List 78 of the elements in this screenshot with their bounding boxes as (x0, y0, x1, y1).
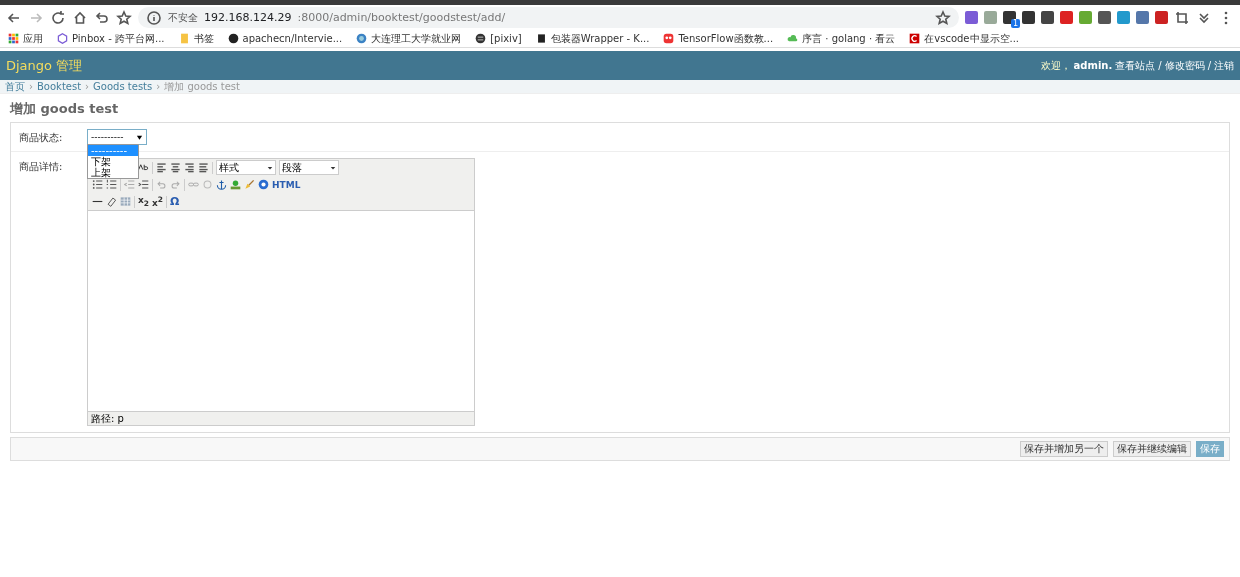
home-icon[interactable] (72, 9, 88, 26)
bookmark[interactable]: 大连理工大学就业网 (356, 31, 462, 46)
c-logo-icon (909, 33, 921, 44)
address-bar[interactable]: 不安全 192.168.124.29 :8000/admin/booktest/goodstest/add/ (138, 7, 959, 28)
cube-icon (57, 33, 68, 44)
save-option-button[interactable]: 保存并继续编辑 (1113, 441, 1191, 457)
user-name: admin. (1073, 60, 1113, 71)
caret-icon (267, 164, 273, 171)
image-icon[interactable] (230, 179, 241, 190)
bookmark[interactable]: 序言 · golang · 看云 (787, 31, 896, 46)
dropdown-option[interactable]: 上架 (88, 167, 138, 178)
reload-icon[interactable] (50, 9, 66, 26)
breadcrumb-current: 增加 goods test (164, 79, 240, 94)
bookmark[interactable]: TensorFlow函数教... (663, 31, 774, 46)
header-link[interactable]: 修改密码 (1164, 58, 1205, 73)
breadcrumb-separator: › (85, 81, 90, 92)
globe-icon (356, 33, 368, 44)
field-label: 商品状态: (19, 131, 64, 145)
breadcrumb-separator: › (29, 81, 33, 92)
breadcrumb-link[interactable]: Goods tests (93, 81, 153, 92)
page-title: 增加 goods test (10, 100, 120, 118)
bookmark[interactable]: [pixiv] (475, 33, 522, 44)
url-host: 192.168.124.29 (204, 11, 292, 24)
breadcrumb-link[interactable]: Booktest (37, 81, 82, 92)
extension-icon[interactable] (1098, 11, 1111, 24)
breadcrumb-link[interactable]: 首页 (5, 79, 25, 94)
caret-icon (136, 133, 143, 141)
field-label: 商品详情: (19, 160, 64, 174)
crop-icon[interactable] (1174, 9, 1190, 26)
align-justify-icon[interactable] (198, 162, 209, 173)
bookmark[interactable]: 包装器Wrapper - K... (535, 31, 650, 46)
bookmark[interactable]: 书签 (178, 31, 214, 46)
star-icon[interactable] (935, 9, 951, 26)
format-dropdown[interactable]: 段落 (279, 160, 339, 175)
anchor-icon[interactable] (216, 179, 227, 190)
broom-icon[interactable] (244, 179, 255, 190)
owl-icon (663, 33, 675, 44)
eraser-icon[interactable] (106, 196, 117, 207)
subscript-button[interactable]: x$_{2}$ (138, 195, 150, 208)
superscript-button[interactable]: x$^{2}$ (152, 195, 164, 208)
editor-path: 路径: p (90, 412, 125, 425)
align-left-icon[interactable] (156, 162, 167, 173)
special-character-button[interactable]: Ω (170, 195, 180, 208)
caret-icon (330, 164, 336, 171)
security-label: 不安全 (168, 10, 198, 25)
undo-icon[interactable] (94, 9, 110, 26)
align-right-icon[interactable] (184, 162, 195, 173)
star-icon[interactable] (116, 9, 132, 26)
breadcrumb-separator: › (156, 81, 161, 92)
html-button[interactable]: HTML (272, 179, 301, 190)
bookmark[interactable]: apachecn/Intervie... (227, 33, 343, 44)
extension-icon[interactable] (1022, 11, 1035, 24)
header-link[interactable]: 查看站点 (1115, 58, 1156, 73)
numbered-list-icon[interactable] (106, 179, 117, 190)
separator: / (1158, 60, 1162, 71)
badge: 1 (1010, 19, 1020, 28)
extension-icon[interactable] (1041, 11, 1054, 24)
header-link[interactable]: 注销 (1214, 58, 1234, 73)
bookmark[interactable]: 在vscode中显示空... (909, 31, 1020, 46)
cloud-icon (787, 33, 799, 44)
separator: / (1207, 60, 1211, 71)
save-option-button[interactable]: 保存并增加另一个 (1020, 441, 1108, 457)
format-dropdown[interactable]: 样式 (216, 160, 276, 175)
apps-icon (8, 33, 19, 44)
url-path: :8000/admin/booktest/goodstest/add/ (297, 11, 506, 24)
folder-icon (178, 33, 190, 44)
indent-icon[interactable] (138, 179, 149, 190)
dropdown-option[interactable]: 下架 (88, 156, 138, 167)
bookmark[interactable]: 应用 (8, 31, 43, 46)
info-icon (146, 9, 162, 26)
welcome-text: 欢迎， (1040, 58, 1071, 73)
bullet-list-icon[interactable] (92, 179, 103, 190)
select-field[interactable]: ---------- (87, 129, 147, 145)
align-center-icon[interactable] (170, 162, 181, 173)
site-brand[interactable]: Django 管理 (6, 56, 83, 75)
globe-icon (475, 33, 487, 44)
spellcheck-icon[interactable] (138, 162, 149, 173)
bookmark[interactable]: Pinbox - 跨平台网... (57, 31, 165, 46)
